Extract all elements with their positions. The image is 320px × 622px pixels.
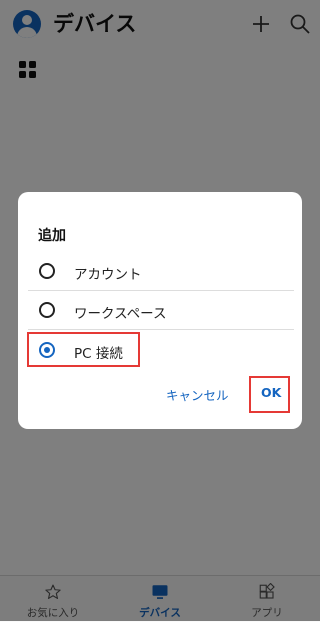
ok-highlight-box: [249, 376, 290, 413]
add-dialog: 追加 アカウント ワークスペース PC 接続 キャンセル OK: [18, 192, 302, 429]
option-workspace[interactable]: ワークスペース: [18, 292, 302, 330]
radio-button[interactable]: [39, 263, 55, 279]
divider: [28, 329, 294, 330]
cancel-button[interactable]: キャンセル: [166, 385, 229, 404]
option-account[interactable]: アカウント: [18, 253, 302, 291]
radio-button[interactable]: [39, 302, 55, 318]
dialog-title: 追加: [38, 228, 66, 244]
option-label: アカウント: [74, 267, 142, 283]
divider: [28, 290, 294, 291]
pc-connection-highlight-box: [27, 332, 140, 367]
option-label: ワークスペース: [74, 306, 167, 322]
